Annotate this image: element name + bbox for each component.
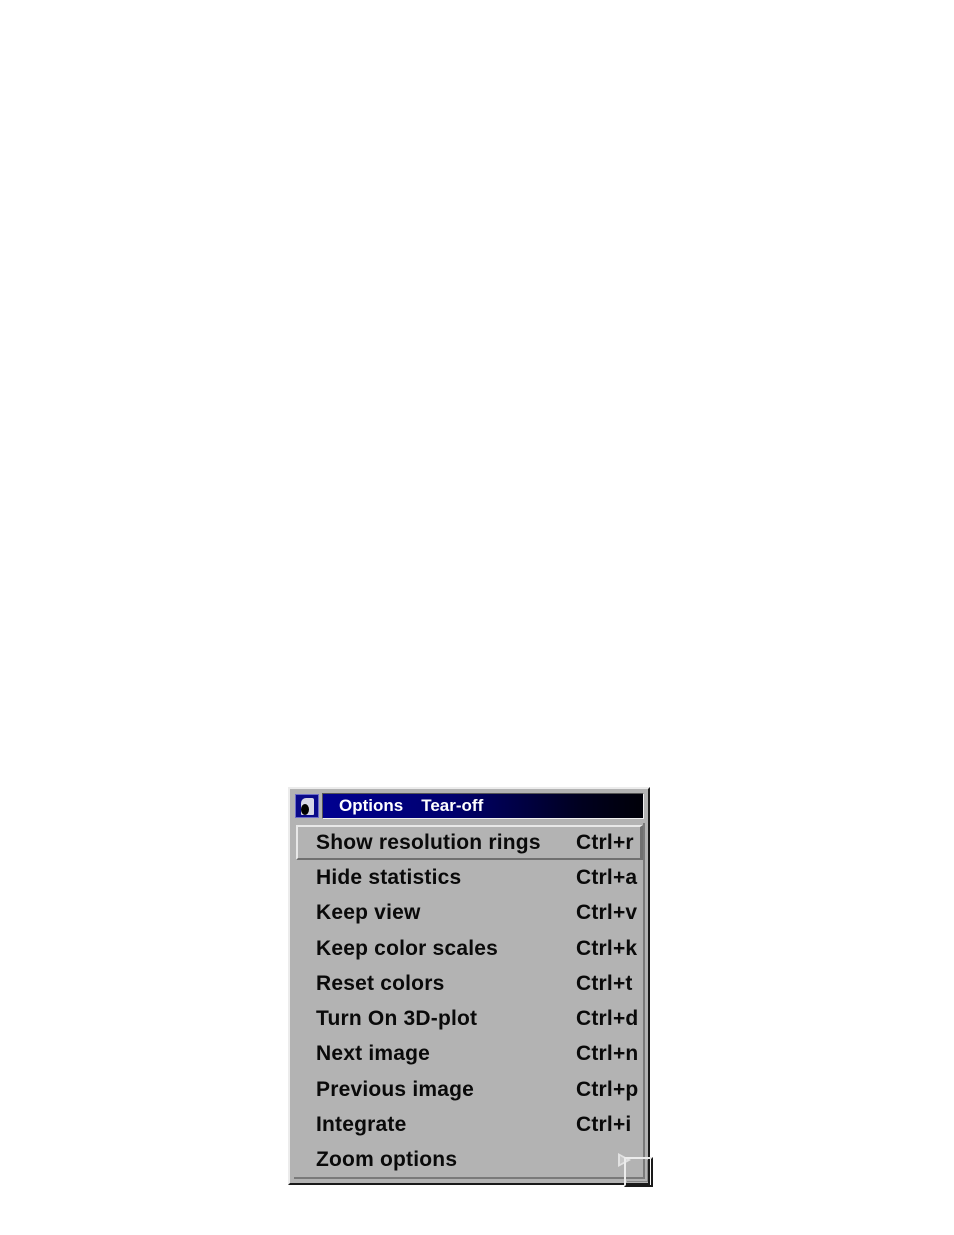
menu-item-label: Previous image	[316, 1077, 475, 1101]
menu-item-reset-colors[interactable]: Reset colors Ctrl+t	[296, 966, 643, 1001]
menu-item-label: Zoom options	[316, 1148, 458, 1172]
menu-item-turn-on-3d-plot[interactable]: Turn On 3D-plot Ctrl+d	[296, 1001, 643, 1036]
menu-item-shortcut: Ctrl+i	[576, 1113, 632, 1137]
menu-item-keep-view[interactable]: Keep view Ctrl+v	[296, 896, 643, 931]
menu-item-keep-color-scales[interactable]: Keep color scales Ctrl+k	[296, 931, 643, 966]
window-title: Options Tear-off	[322, 793, 644, 819]
title-tearoff: Tear-off	[421, 796, 484, 815]
options-menu: Show resolution rings Ctrl+r Hide statis…	[296, 825, 643, 1177]
menu-item-next-image[interactable]: Next image Ctrl+n	[296, 1037, 643, 1072]
menu-item-label: Next image	[316, 1042, 431, 1066]
menu-item-label: Reset colors	[316, 971, 445, 995]
application-icon[interactable]	[295, 794, 319, 818]
menu-item-shortcut: Ctrl+a	[576, 865, 638, 889]
submenu-window-corner	[624, 1157, 653, 1187]
menu-item-shortcut: Ctrl+d	[576, 1007, 639, 1031]
title-bar[interactable]: Options Tear-off	[295, 793, 644, 819]
menu-item-shortcut: Ctrl+v	[576, 901, 638, 925]
menu-item-zoom-options[interactable]: Zoom options	[296, 1143, 643, 1178]
menu-item-label: Hide statistics	[316, 865, 462, 889]
menu-item-previous-image[interactable]: Previous image Ctrl+p	[296, 1072, 643, 1107]
icon-blob-shape	[301, 804, 309, 815]
menu-item-shortcut: Ctrl+k	[576, 936, 638, 960]
menu-item-shortcut: Ctrl+p	[576, 1077, 639, 1101]
menu-item-shortcut: Ctrl+t	[576, 971, 633, 995]
menu-item-show-resolution-rings[interactable]: Show resolution rings Ctrl+r	[296, 825, 643, 861]
menu-item-label: Show resolution rings	[316, 830, 541, 854]
menu-item-shortcut: Ctrl+n	[576, 1042, 639, 1066]
menu-item-shortcut: Ctrl+r	[576, 830, 634, 854]
options-tearoff-window: Options Tear-off Show resolution rings Ct…	[288, 787, 650, 1185]
menu-item-label: Keep view	[316, 901, 421, 925]
menu-item-hide-statistics[interactable]: Hide statistics Ctrl+a	[296, 860, 643, 895]
title-options: Options	[339, 796, 404, 815]
menu-item-integrate[interactable]: Integrate Ctrl+i	[296, 1107, 643, 1142]
menu-item-label: Turn On 3D-plot	[316, 1007, 478, 1031]
menu-item-label: Integrate	[316, 1113, 407, 1137]
menu-item-label: Keep color scales	[316, 936, 498, 960]
